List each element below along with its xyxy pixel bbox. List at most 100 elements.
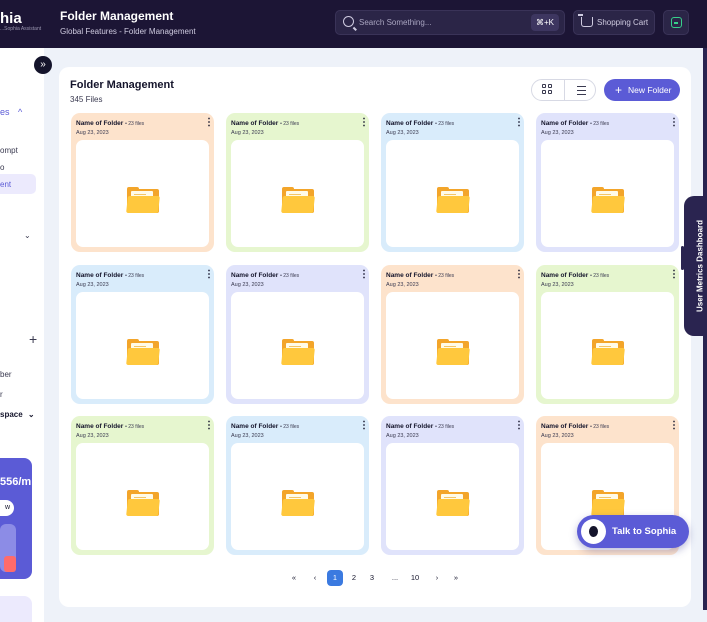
folder-preview[interactable]: [231, 443, 364, 550]
folder-name[interactable]: Name of Folder • 23 files: [541, 120, 609, 127]
page-title: Folder Management: [60, 9, 174, 23]
folder-name-text: Name of Folder: [76, 423, 124, 430]
more-options-icon[interactable]: ⋮: [359, 118, 369, 128]
sidebar-item-prompt[interactable]: ompt: [0, 146, 18, 155]
folder-card[interactable]: Name of Folder • 23 files Aug 23, 2023 ⋮: [381, 265, 524, 404]
folder-card[interactable]: Name of Folder • 23 files Aug 23, 2023 ⋮: [226, 265, 369, 404]
search-bar[interactable]: Search Something... ⌘+K: [335, 10, 565, 35]
sidebar-item-folder-management[interactable]: ent: [0, 180, 11, 189]
folder-name[interactable]: Name of Folder • 23 files: [541, 272, 609, 279]
folder-preview[interactable]: [541, 140, 674, 247]
folder-preview[interactable]: [76, 443, 209, 550]
folder-name[interactable]: Name of Folder • 23 files: [231, 120, 299, 127]
folder-name[interactable]: Name of Folder • 23 files: [386, 272, 454, 279]
pagination-first[interactable]: «: [287, 570, 301, 586]
folder-card[interactable]: Name of Folder • 23 files Aug 23, 2023 ⋮: [71, 113, 214, 252]
pagination-prev[interactable]: ‹: [308, 570, 322, 586]
brand-logo[interactable]: hia: [0, 10, 22, 27]
folder-date: Aug 23, 2023: [386, 433, 419, 439]
drag-handle[interactable]: [681, 246, 684, 270]
folder-icon: [590, 186, 625, 213]
sidebar-item-sub[interactable]: o: [0, 163, 4, 172]
chevron-down-icon: ⌄: [27, 410, 35, 419]
chevron-down-icon[interactable]: ⌄: [24, 231, 31, 240]
more-options-icon[interactable]: ⋮: [669, 118, 679, 128]
folder-icon: [435, 186, 470, 213]
more-options-icon[interactable]: ⋮: [204, 270, 214, 280]
pagination-page-3[interactable]: 3: [366, 570, 378, 586]
folder-name[interactable]: Name of Folder • 23 files: [231, 272, 299, 279]
folder-preview[interactable]: [76, 140, 209, 247]
folder-name[interactable]: Name of Folder • 23 files: [231, 423, 299, 430]
user-icon: [671, 17, 682, 28]
folder-preview[interactable]: [386, 292, 519, 399]
folder-preview[interactable]: [231, 292, 364, 399]
more-options-icon[interactable]: ⋮: [204, 421, 214, 431]
pagination-ellipsis: ...: [391, 573, 399, 582]
pagination-page-1[interactable]: 1: [327, 570, 343, 586]
pagination-last[interactable]: »: [449, 570, 463, 586]
shopping-cart-button[interactable]: Shopping Cart: [573, 10, 655, 35]
more-options-icon[interactable]: ⋮: [514, 270, 524, 280]
folder-preview[interactable]: [386, 140, 519, 247]
folder-icon: [125, 186, 160, 213]
folder-file-count: • 23 files: [435, 121, 455, 127]
folder-name[interactable]: Name of Folder • 23 files: [76, 423, 144, 430]
pagination-page-10[interactable]: 10: [407, 570, 423, 586]
folder-name[interactable]: Name of Folder • 23 files: [76, 272, 144, 279]
pagination-page-2[interactable]: 2: [348, 570, 360, 586]
folder-preview[interactable]: [76, 292, 209, 399]
sidebar-item-workspace[interactable]: space ⌄: [0, 410, 35, 419]
folder-date: Aug 23, 2023: [76, 282, 109, 288]
folder-name[interactable]: Name of Folder • 23 files: [386, 423, 454, 430]
add-workspace-button[interactable]: +: [29, 331, 37, 347]
side-tab-label: User Metrics Dashboard: [695, 219, 705, 313]
more-options-icon[interactable]: ⋮: [514, 118, 524, 128]
sidebar-footer: [0, 596, 32, 622]
grid-icon: [542, 84, 546, 88]
pagination-next[interactable]: ›: [430, 570, 444, 586]
more-options-icon[interactable]: ⋮: [669, 270, 679, 280]
view-toggle: [531, 79, 596, 101]
search-icon: [343, 16, 354, 27]
list-view-button[interactable]: [564, 80, 596, 100]
folder-date: Aug 23, 2023: [386, 130, 419, 136]
more-options-icon[interactable]: ⋮: [359, 270, 369, 280]
user-metrics-dashboard-tab[interactable]: User Metrics Dashboard: [681, 196, 707, 336]
sidebar-item-user[interactable]: r: [0, 390, 3, 399]
folder-card[interactable]: Name of Folder • 23 files Aug 23, 2023 ⋮: [71, 265, 214, 404]
folder-card[interactable]: Name of Folder • 23 files Aug 23, 2023 ⋮: [381, 416, 524, 555]
sidebar-item-member[interactable]: ber: [0, 370, 12, 379]
folder-date: Aug 23, 2023: [231, 282, 264, 288]
folder-name[interactable]: Name of Folder • 23 files: [76, 120, 144, 127]
sidebar-item-features[interactable]: es ^: [0, 107, 22, 117]
folder-card[interactable]: Name of Folder • 23 files Aug 23, 2023 ⋮: [226, 113, 369, 252]
folder-file-count: • 23 files: [435, 273, 455, 279]
folder-name[interactable]: Name of Folder • 23 files: [386, 120, 454, 127]
more-options-icon[interactable]: ⋮: [514, 421, 524, 431]
grid-view-button[interactable]: [532, 80, 564, 100]
folder-file-count: • 23 files: [125, 424, 145, 430]
folder-preview[interactable]: [231, 140, 364, 247]
sidebar-collapse-button[interactable]: »: [34, 56, 52, 74]
user-menu-button[interactable]: [663, 10, 689, 35]
search-input[interactable]: Search Something...: [359, 18, 431, 27]
folder-preview[interactable]: [386, 443, 519, 550]
folder-icon: [435, 338, 470, 365]
folder-file-count: • 23 files: [590, 121, 610, 127]
folder-date: Aug 23, 2023: [386, 282, 419, 288]
folder-card[interactable]: Name of Folder • 23 files Aug 23, 2023 ⋮: [536, 265, 679, 404]
folder-card[interactable]: Name of Folder • 23 files Aug 23, 2023 ⋮: [381, 113, 524, 252]
folder-card[interactable]: Name of Folder • 23 files Aug 23, 2023 ⋮: [226, 416, 369, 555]
folder-preview[interactable]: [541, 292, 674, 399]
more-options-icon[interactable]: ⋮: [204, 118, 214, 128]
folder-card[interactable]: Name of Folder • 23 files Aug 23, 2023 ⋮: [71, 416, 214, 555]
list-icon: [577, 86, 586, 88]
promo-button[interactable]: w: [0, 500, 14, 516]
folder-name[interactable]: Name of Folder • 23 files: [541, 423, 609, 430]
talk-to-assistant-button[interactable]: Talk to Sophia: [577, 515, 689, 548]
more-options-icon[interactable]: ⋮: [359, 421, 369, 431]
new-folder-button[interactable]: + New Folder: [604, 79, 680, 101]
more-options-icon[interactable]: ⋮: [669, 421, 679, 431]
folder-card[interactable]: Name of Folder • 23 files Aug 23, 2023 ⋮: [536, 113, 679, 252]
